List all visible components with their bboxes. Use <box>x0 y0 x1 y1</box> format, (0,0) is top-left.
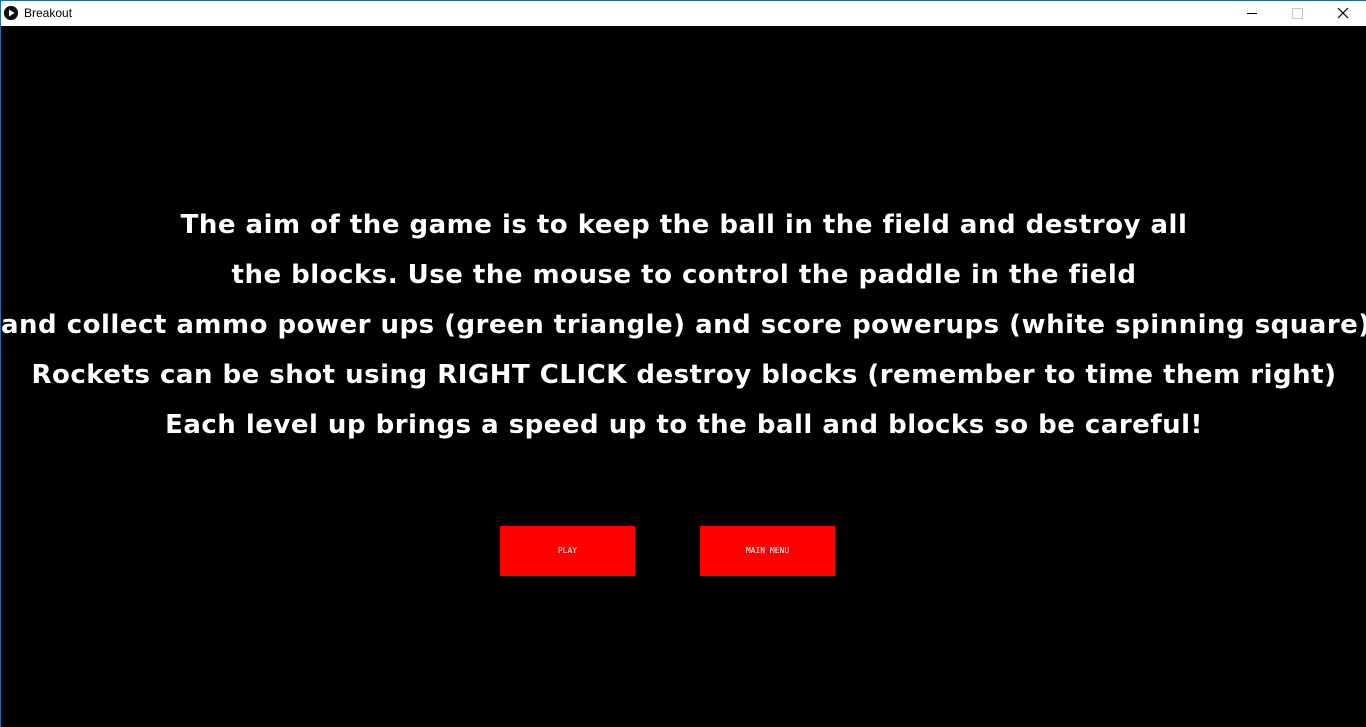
play-circle-icon <box>4 6 18 20</box>
maximize-icon <box>1292 8 1303 19</box>
instruction-line-5: Each level up brings a speed up to the b… <box>165 410 1203 440</box>
instruction-line-3: and collect ammo power ups (green triang… <box>1 310 1366 340</box>
minimize-icon <box>1247 13 1257 14</box>
minimize-button[interactable] <box>1229 1 1275 26</box>
window-title: Breakout <box>24 6 73 20</box>
close-icon <box>1337 7 1349 19</box>
play-button[interactable]: PLAY <box>500 526 635 576</box>
main-menu-button[interactable]: MAIN MENU <box>700 526 835 576</box>
maximize-button[interactable] <box>1274 1 1320 26</box>
game-window: Breakout The aim of the game is to keep … <box>0 0 1366 727</box>
instruction-line-4: Rockets can be shot using RIGHT CLICK de… <box>31 360 1337 390</box>
instruction-line-1: The aim of the game is to keep the ball … <box>180 210 1188 240</box>
instructions-text: The aim of the game is to keep the ball … <box>1 200 1366 450</box>
close-button[interactable] <box>1320 1 1366 26</box>
game-canvas[interactable]: The aim of the game is to keep the ball … <box>1 26 1366 727</box>
title-bar[interactable]: Breakout <box>1 0 1366 26</box>
instruction-line-2: the blocks. Use the mouse to control the… <box>231 260 1137 290</box>
